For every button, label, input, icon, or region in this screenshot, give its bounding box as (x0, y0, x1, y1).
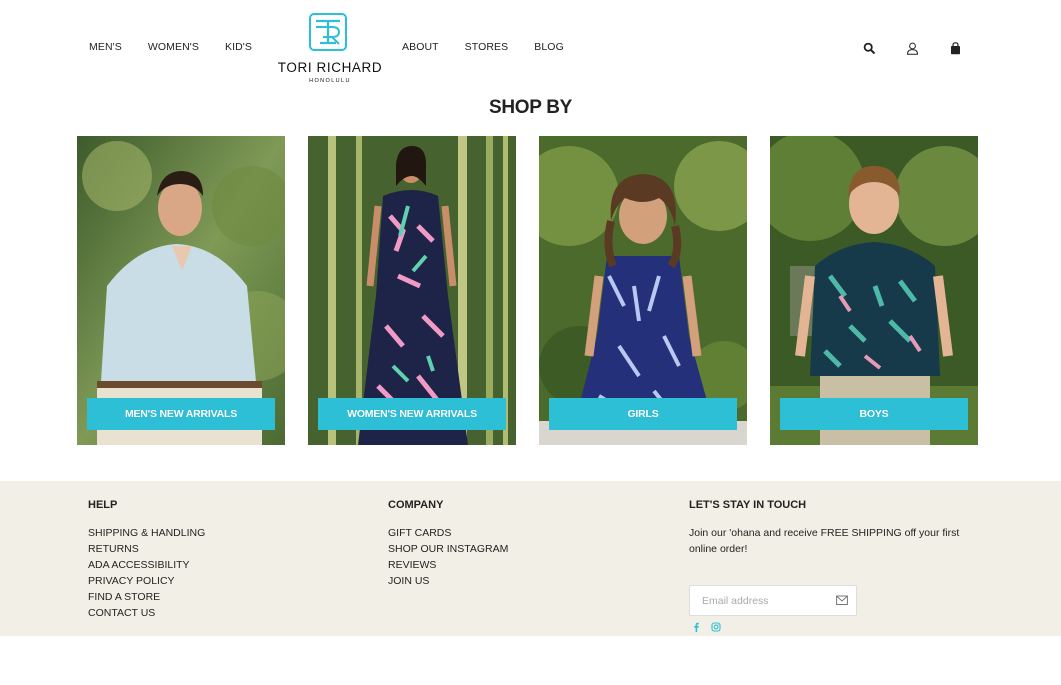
boys-button[interactable]: BOYS (780, 398, 968, 430)
footer-help: HELP SHIPPING & HANDLING RETURNS ADA ACC… (88, 499, 205, 621)
tile-girls[interactable]: GIRLS (539, 136, 747, 445)
footer-link-join-us[interactable]: JOIN US (388, 573, 508, 589)
footer-help-title: HELP (88, 499, 118, 511)
shop-by-title: SHOP BY (488, 97, 573, 118)
nav-blog[interactable]: BLOG (534, 41, 564, 53)
email-field[interactable] (690, 586, 830, 615)
brand-logo[interactable]: TORI RICHARD HONOLULU (268, 12, 392, 86)
newsletter-description: Join our 'ohana and receive FREE SHIPPIN… (689, 527, 960, 555)
instagram-icon[interactable] (711, 619, 721, 632)
tile-boys[interactable]: BOYS (770, 136, 978, 445)
nav-stores[interactable]: STORES (465, 41, 509, 53)
nav-womens[interactable]: WOMEN'S (148, 41, 199, 53)
footer-link-returns[interactable]: RETURNS (88, 541, 205, 557)
footer-company-title: COMPANY (388, 499, 444, 511)
footer-link-contact[interactable]: CONTACT US (88, 605, 205, 621)
logo-name: TORI RICHARD (277, 60, 383, 75)
site-header: MEN'S WOMEN'S KID'S TORI RICHARD HONOLUL… (0, 0, 1061, 95)
footer-newsletter-title: LET'S STAY IN TOUCH (689, 499, 807, 511)
facebook-icon[interactable] (692, 619, 700, 632)
tile-mens-new-arrivals[interactable]: MEN'S NEW ARRIVALS (77, 136, 285, 445)
header-actions (863, 42, 962, 55)
main-nav-right: ABOUT STORES BLOG (402, 41, 564, 53)
cart-bag-icon[interactable] (949, 42, 962, 55)
logo-monogram-icon (309, 13, 347, 51)
account-icon[interactable] (906, 42, 919, 55)
newsletter-form (689, 585, 857, 616)
mens-new-arrivals-button[interactable]: MEN'S NEW ARRIVALS (87, 398, 275, 430)
girls-button[interactable]: GIRLS (549, 398, 737, 430)
search-icon[interactable] (863, 42, 876, 55)
envelope-send-icon[interactable] (836, 595, 848, 606)
footer-link-instagram-shop[interactable]: SHOP OUR INSTAGRAM (388, 541, 508, 557)
footer-link-shipping[interactable]: SHIPPING & HANDLING (88, 525, 205, 541)
womens-new-arrivals-button[interactable]: WOMEN'S NEW ARRIVALS (318, 398, 506, 430)
footer-link-reviews[interactable]: REVIEWS (388, 557, 508, 573)
footer-link-ada[interactable]: ADA ACCESSIBILITY (88, 557, 205, 573)
footer-link-privacy[interactable]: PRIVACY POLICY (88, 573, 205, 589)
shop-by-tiles: MEN'S NEW ARRIVALS WOMEN'S NEW ARRIVALS (77, 136, 978, 445)
nav-mens[interactable]: MEN'S (89, 41, 122, 53)
footer-newsletter: LET'S STAY IN TOUCH Join our 'ohana and … (689, 499, 989, 634)
site-footer: HELP SHIPPING & HANDLING RETURNS ADA ACC… (0, 481, 1061, 636)
nav-kids[interactable]: KID'S (225, 41, 252, 53)
footer-company: COMPANY GIFT CARDS SHOP OUR INSTAGRAM RE… (388, 499, 508, 589)
main-nav-left: MEN'S WOMEN'S KID'S (89, 41, 252, 53)
footer-link-gift-cards[interactable]: GIFT CARDS (388, 525, 508, 541)
tile-womens-new-arrivals[interactable]: WOMEN'S NEW ARRIVALS (308, 136, 516, 445)
logo-city: HONOLULU (309, 78, 351, 84)
footer-link-find-store[interactable]: FIND A STORE (88, 589, 205, 605)
social-links (692, 619, 721, 632)
nav-about[interactable]: ABOUT (402, 41, 439, 53)
